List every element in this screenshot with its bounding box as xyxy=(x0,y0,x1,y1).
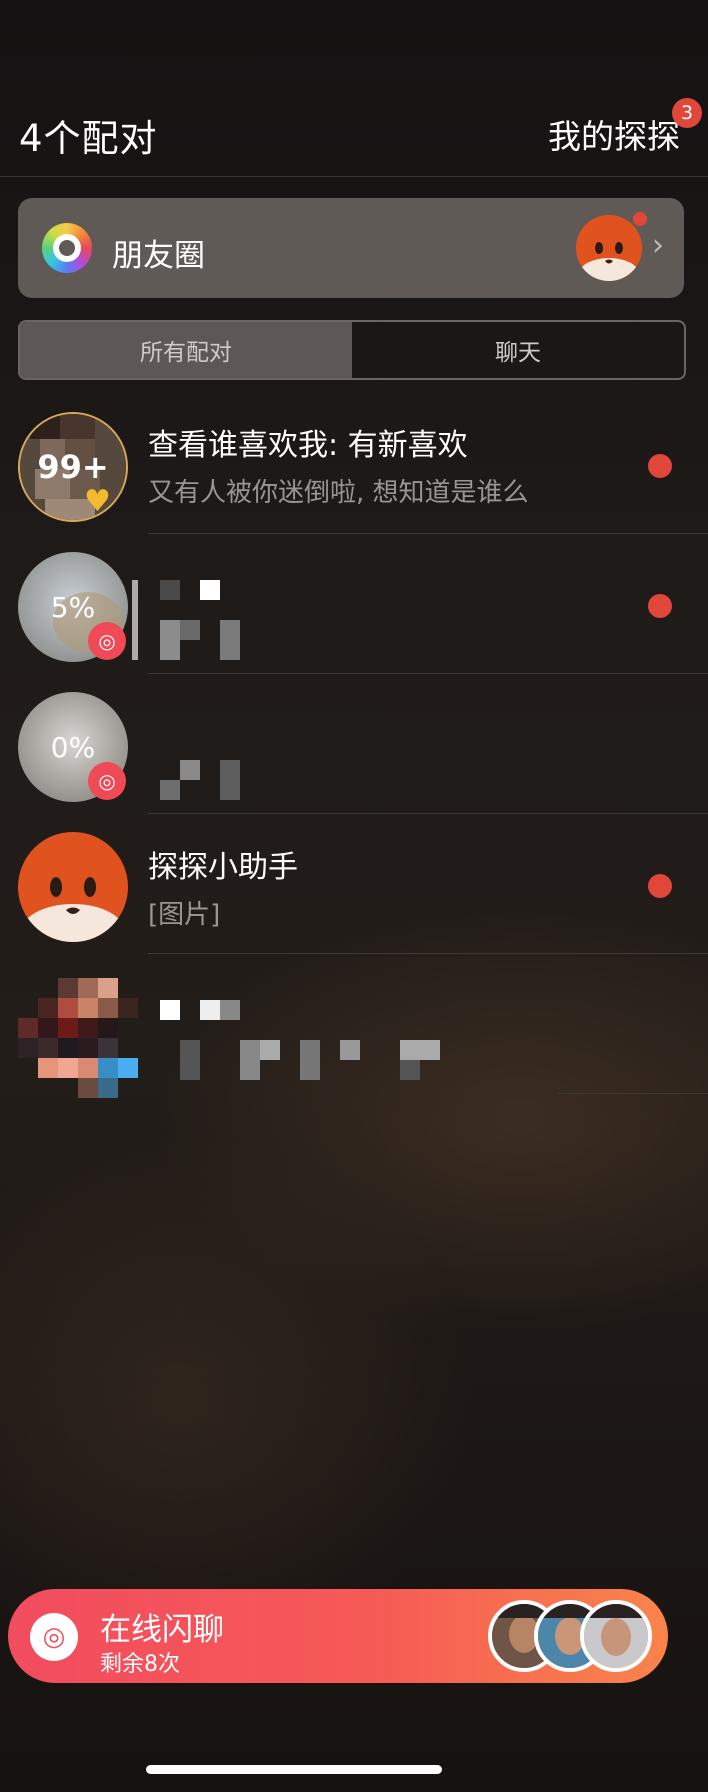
redacted-pixel xyxy=(160,620,180,660)
unread-dot xyxy=(648,454,672,478)
row-divider xyxy=(558,1093,708,1094)
my-tantan-button[interactable]: 我的探探 xyxy=(548,110,680,158)
flash-chat-icon: ◎ xyxy=(88,622,126,660)
page-title: 4个配对 xyxy=(19,117,158,160)
likes-avatar: 99+ xyxy=(18,412,128,522)
pixelated-avatar xyxy=(18,978,138,1098)
color-wheel-icon xyxy=(42,223,92,273)
redacted-pixel xyxy=(240,1040,260,1080)
redacted-block xyxy=(132,580,138,660)
redacted-pixel xyxy=(200,580,220,600)
redacted-pixel xyxy=(400,1060,420,1080)
redacted-pixel xyxy=(180,620,200,640)
heart-icon: ♥ xyxy=(84,484,111,519)
moments-unread-dot xyxy=(631,210,649,228)
match-tabs: 所有配对 聊天 xyxy=(18,320,686,380)
row-subtitle: [图片] xyxy=(148,900,221,930)
notification-badge: 3 xyxy=(672,98,702,128)
banner-subtitle: 剩余8次 xyxy=(100,1652,180,1677)
redacted-pixel xyxy=(300,1040,320,1080)
redacted-pixel xyxy=(220,760,240,800)
redacted-pixel xyxy=(180,1040,200,1080)
chevron-right-icon: › xyxy=(652,228,664,263)
header-divider xyxy=(0,176,708,177)
redacted-pixel xyxy=(180,760,200,780)
row-subtitle: 又有人被你迷倒啦, 想知道是谁么 xyxy=(148,478,529,508)
banner-title: 在线闪聊 xyxy=(100,1612,224,1648)
redacted-pixel xyxy=(400,1040,440,1060)
flash-chat-icon: ◎ xyxy=(88,762,126,800)
redacted-pixel xyxy=(220,620,240,660)
redacted-pixel xyxy=(160,580,180,600)
redacted-pixel xyxy=(260,1040,280,1060)
unread-dot xyxy=(648,594,672,618)
redacted-pixel xyxy=(340,1040,360,1060)
row-divider xyxy=(148,953,708,954)
fox-mascot-avatar xyxy=(18,832,128,942)
avatar xyxy=(580,1600,652,1672)
row-title: 探探小助手 xyxy=(148,850,298,885)
redacted-pixel xyxy=(200,1000,220,1020)
row-divider xyxy=(148,673,708,674)
row-divider xyxy=(148,813,708,814)
redacted-pixel xyxy=(220,1000,240,1020)
tab-chat[interactable]: 聊天 xyxy=(352,322,684,378)
flash-chat-icon: ◎ xyxy=(30,1613,78,1661)
redacted-pixel xyxy=(160,780,180,800)
row-title: 查看谁喜欢我: 有新喜欢 xyxy=(148,428,468,463)
tab-all-matches[interactable]: 所有配对 xyxy=(20,322,352,378)
moments-label: 朋友圈 xyxy=(112,238,205,274)
unread-dot xyxy=(648,874,672,898)
home-indicator[interactable] xyxy=(146,1765,442,1774)
row-divider xyxy=(148,533,708,534)
redacted-pixel xyxy=(160,1000,180,1020)
